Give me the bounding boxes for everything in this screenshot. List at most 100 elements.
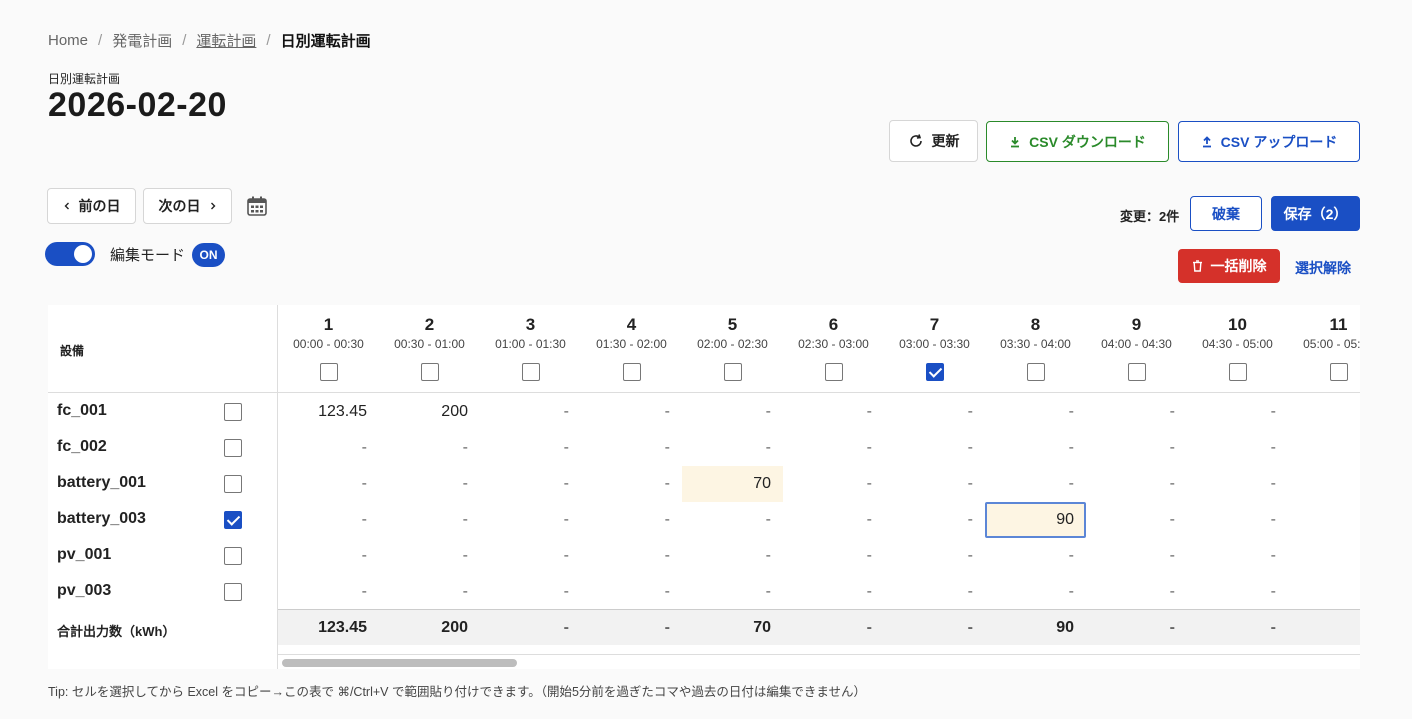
total-cell: - — [563, 619, 569, 636]
equipment-name: pv_003 — [57, 582, 112, 599]
refresh-button[interactable]: 更新 — [889, 120, 978, 162]
schedule-cell[interactable]: 123.45 — [278, 394, 379, 430]
schedule-cell[interactable]: - — [884, 538, 985, 574]
row-select-checkbox[interactable] — [224, 439, 242, 457]
csv-download-button[interactable]: CSV ダウンロード — [986, 121, 1169, 162]
schedule-cell[interactable]: - — [884, 502, 985, 538]
schedule-cell[interactable]: - — [1086, 394, 1187, 430]
breadcrumb-home[interactable]: Home — [48, 32, 88, 49]
schedule-cell[interactable]: - — [783, 394, 884, 430]
row-select-checkbox[interactable] — [224, 475, 242, 493]
schedule-cell[interactable]: - — [278, 538, 379, 574]
schedule-cell[interactable]: - — [581, 538, 682, 574]
schedule-cell[interactable]: - — [379, 502, 480, 538]
schedule-cell[interactable]: - — [581, 394, 682, 430]
column-header: 5 02:00 - 02:30 — [682, 305, 783, 393]
schedule-cell[interactable]: - — [884, 466, 985, 502]
slot-time: 04:00 - 04:30 — [1101, 337, 1172, 351]
schedule-cell[interactable]: - — [783, 538, 884, 574]
schedule-cell[interactable]: - — [581, 466, 682, 502]
schedule-cell[interactable]: - — [682, 538, 783, 574]
schedule-cell[interactable]: - — [379, 466, 480, 502]
slot-time: 03:30 - 04:00 — [1000, 337, 1071, 351]
schedule-cell[interactable]: - — [581, 502, 682, 538]
edit-mode-toggle[interactable] — [45, 242, 95, 266]
schedule-cell[interactable]: - — [884, 394, 985, 430]
schedule-cell[interactable]: - — [783, 574, 884, 610]
scrollbar-thumb[interactable] — [282, 659, 517, 667]
schedule-cell[interactable]: 90 — [985, 502, 1086, 538]
schedule-cell[interactable]: - — [480, 430, 581, 466]
schedule-cell[interactable]: - — [278, 574, 379, 610]
schedule-cell[interactable]: - — [682, 574, 783, 610]
discard-button[interactable]: 破棄 — [1190, 196, 1262, 231]
schedule-cell[interactable]: - — [480, 574, 581, 610]
schedule-cell[interactable]: - — [581, 574, 682, 610]
schedule-cell[interactable]: - — [278, 502, 379, 538]
save-button[interactable]: 保存（2） — [1271, 196, 1360, 231]
column-select-checkbox[interactable] — [421, 363, 439, 381]
calendar-icon[interactable] — [246, 195, 268, 217]
schedule-cell[interactable]: - — [985, 574, 1086, 610]
breadcrumb-operation-plan[interactable]: 運転計画 — [196, 30, 256, 51]
schedule-cell[interactable]: - — [783, 502, 884, 538]
column-select-checkbox[interactable] — [1229, 363, 1247, 381]
schedule-cell[interactable]: - — [985, 538, 1086, 574]
next-day-button[interactable]: 次の日 — [143, 188, 232, 224]
schedule-cell[interactable]: - — [1086, 502, 1187, 538]
horizontal-scrollbar[interactable] — [278, 654, 1360, 669]
schedule-cell[interactable]: 70 — [682, 466, 783, 502]
schedule-cell[interactable]: - — [278, 466, 379, 502]
schedule-cell[interactable]: - — [278, 430, 379, 466]
schedule-cell[interactable]: - — [682, 394, 783, 430]
total-cell: - — [866, 619, 872, 636]
schedule-cell[interactable]: - — [1086, 430, 1187, 466]
column-select-checkbox[interactable] — [825, 363, 843, 381]
column-select-checkbox[interactable] — [1027, 363, 1045, 381]
schedule-cell[interactable]: - — [884, 574, 985, 610]
breadcrumb-power-plan[interactable]: 発電計画 — [112, 30, 172, 51]
schedule-cell[interactable]: - — [783, 466, 884, 502]
column-select-checkbox[interactable] — [623, 363, 641, 381]
schedule-cell[interactable]: - — [480, 394, 581, 430]
schedule-cell[interactable]: - — [480, 466, 581, 502]
prev-day-button[interactable]: 前の日 — [47, 188, 136, 224]
schedule-cell[interactable]: - — [682, 430, 783, 466]
schedule-cell[interactable]: - — [379, 574, 480, 610]
row-select-checkbox[interactable] — [224, 403, 242, 421]
column-select-checkbox[interactable] — [724, 363, 742, 381]
column-select-checkbox[interactable] — [926, 363, 944, 381]
row-select-checkbox[interactable] — [224, 583, 242, 601]
slot-number: 5 — [727, 315, 738, 334]
clear-selection-link[interactable]: 選択解除 — [1295, 258, 1351, 278]
schedule-cell[interactable]: - — [884, 430, 985, 466]
column-select-checkbox[interactable] — [320, 363, 338, 381]
schedule-cell[interactable]: - — [682, 502, 783, 538]
schedule-cell[interactable]: - — [1086, 574, 1187, 610]
schedule-cell[interactable]: - — [985, 466, 1086, 502]
schedule-cell[interactable]: - — [379, 538, 480, 574]
schedule-cell[interactable]: - — [1187, 466, 1288, 502]
schedule-cell[interactable]: - — [1187, 502, 1288, 538]
schedule-cell[interactable]: - — [480, 502, 581, 538]
row-select-checkbox[interactable] — [224, 547, 242, 565]
csv-upload-button[interactable]: CSV アップロード — [1178, 121, 1360, 162]
schedule-cell[interactable]: - — [480, 538, 581, 574]
schedule-cell[interactable]: - — [379, 430, 480, 466]
row-select-checkbox[interactable] — [224, 511, 242, 529]
column-select-checkbox[interactable] — [522, 363, 540, 381]
schedule-cell[interactable]: 200 — [379, 394, 480, 430]
column-select-checkbox[interactable] — [1128, 363, 1146, 381]
schedule-cell[interactable]: - — [1187, 430, 1288, 466]
bulk-delete-button[interactable]: 一括削除 — [1178, 249, 1280, 283]
schedule-cell[interactable]: - — [1086, 538, 1187, 574]
schedule-cell[interactable]: - — [985, 394, 1086, 430]
column-select-checkbox[interactable] — [1330, 363, 1348, 381]
schedule-cell[interactable]: - — [581, 430, 682, 466]
schedule-cell[interactable]: - — [1187, 538, 1288, 574]
schedule-cell[interactable]: - — [783, 430, 884, 466]
schedule-cell[interactable]: - — [1086, 466, 1187, 502]
schedule-cell[interactable]: - — [985, 430, 1086, 466]
schedule-cell[interactable]: - — [1187, 394, 1288, 430]
schedule-cell[interactable]: - — [1187, 574, 1288, 610]
